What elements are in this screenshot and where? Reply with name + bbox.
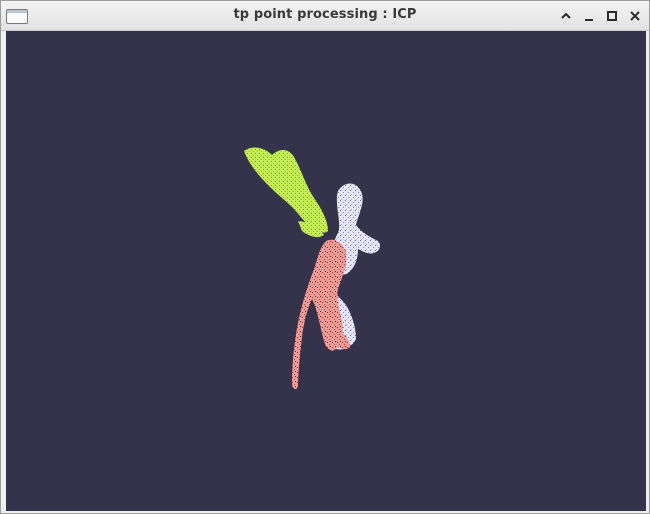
window-title: tp point processing : ICP [233,7,417,22]
title-bar[interactable]: tp point processing : ICP [1,1,649,31]
maximize-icon[interactable] [603,7,621,25]
point-cloud-scene [244,147,381,390]
app-window: tp point processing : ICP [0,0,650,514]
chevron-up-icon[interactable] [557,7,575,25]
minimize-icon[interactable] [580,7,598,25]
point-cloud-green [244,147,328,238]
close-icon[interactable] [626,7,644,25]
gl-viewport[interactable] [6,31,646,511]
